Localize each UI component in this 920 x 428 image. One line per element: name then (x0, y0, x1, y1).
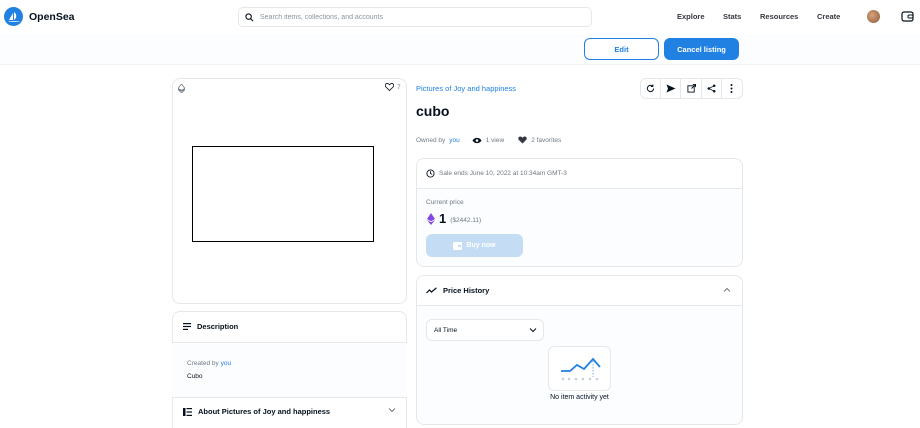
time-range-select[interactable]: All Time (426, 319, 544, 341)
sale-header: Sale ends June 10, 2022 at 10:34am GMT-3 (416, 158, 743, 189)
transfer-button[interactable] (661, 79, 682, 98)
wallet-card-icon (453, 241, 463, 250)
owner-action-bar (0, 34, 920, 65)
time-range-value: All Time (434, 326, 458, 334)
heart-icon (518, 136, 527, 144)
buy-now-label: Buy now (466, 242, 496, 249)
description-icon (183, 323, 191, 330)
buy-now-button[interactable]: Buy now (426, 234, 523, 257)
chevron-up-icon[interactable] (723, 286, 731, 295)
nav-stats[interactable]: Stats (723, 12, 741, 21)
price-history-title: Price History (443, 285, 490, 295)
brand-logo[interactable]: OpenSea (4, 7, 75, 26)
ethereum-icon (427, 212, 435, 225)
heart-icon (385, 83, 394, 91)
refresh-icon (646, 84, 655, 93)
views-count: 1 view (485, 136, 505, 144)
about-title: About Pictures of Joy and happiness (198, 407, 331, 416)
search-input[interactable] (260, 13, 580, 21)
nav-explore[interactable]: Explore (677, 12, 705, 21)
favorites-total: 2 favorites (531, 136, 562, 144)
nav-create[interactable]: Create (817, 12, 840, 21)
more-options-button[interactable] (722, 79, 742, 98)
share-icon (707, 84, 716, 93)
share-button[interactable] (702, 79, 722, 98)
about-icon (183, 407, 192, 416)
collection-link[interactable]: Pictures of Joy and happiness (416, 84, 516, 93)
created-by-label: Created by (187, 360, 219, 367)
item-title: cubo (416, 103, 450, 119)
item-artwork[interactable] (192, 146, 374, 242)
creator-link[interactable]: you (221, 360, 231, 367)
no-activity-illustration (548, 346, 611, 391)
price-usd: ($2442.11) (450, 216, 482, 224)
owned-by-label: Owned by (416, 136, 446, 144)
brand-name: OpenSea (29, 10, 75, 23)
search-bar[interactable] (238, 7, 592, 27)
about-collection-header[interactable]: About Pictures of Joy and happiness (172, 397, 407, 425)
avatar[interactable] (867, 10, 880, 23)
sale-end-text: Sale ends June 10, 2022 at 10:34am GMT-3 (439, 169, 567, 177)
refresh-button[interactable] (641, 79, 662, 98)
item-toolbar (640, 78, 743, 99)
cancel-listing-button[interactable]: Cancel listing (664, 38, 739, 60)
ethereum-icon (177, 83, 186, 95)
eye-icon (472, 137, 482, 143)
clock-icon (426, 168, 435, 178)
top-nav: OpenSea Explore Stats Resources Create (0, 0, 920, 34)
send-icon (666, 84, 676, 93)
price-history-header[interactable]: Price History (416, 275, 743, 306)
owner-row: Owned by you 1 view 2 favorites (416, 136, 561, 144)
description-title: Description (197, 322, 239, 331)
nav-resources[interactable]: Resources (760, 12, 798, 21)
description-header[interactable]: Description (172, 311, 407, 343)
search-icon (245, 12, 254, 21)
favorites-count: 7 (397, 83, 401, 91)
open-external-button[interactable] (681, 79, 702, 98)
more-icon (730, 84, 733, 93)
wallet-icon[interactable] (901, 10, 914, 23)
trend-icon (426, 286, 437, 293)
current-price-label: Current price (426, 199, 464, 206)
chevron-down-icon (529, 328, 537, 333)
external-link-icon (686, 84, 696, 93)
description-text: Cubo (187, 373, 203, 380)
created-by: Created by you (187, 360, 231, 367)
chevron-down-icon[interactable] (388, 406, 396, 415)
price-row: 1 ($2442.11) (427, 211, 481, 226)
opensea-logo-icon (4, 7, 23, 26)
description-body (172, 343, 407, 397)
favorite-button[interactable]: 7 (385, 83, 401, 91)
no-activity-text: No item activity yet (550, 394, 609, 401)
price-value: 1 (439, 211, 447, 226)
owner-link[interactable]: you (449, 137, 459, 144)
edit-button[interactable]: Edit (584, 38, 659, 60)
